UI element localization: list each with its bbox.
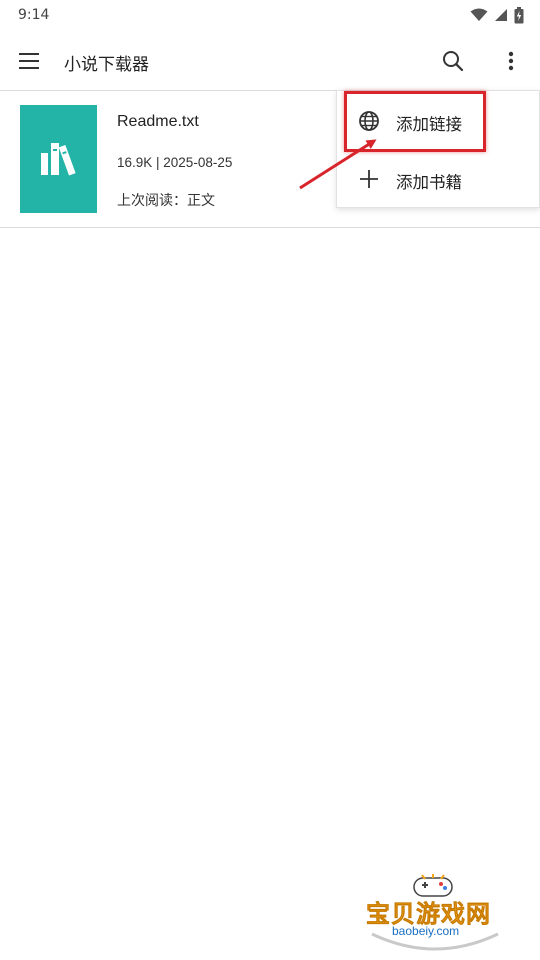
more-vert-icon bbox=[508, 51, 514, 71]
plus-icon bbox=[357, 167, 381, 191]
search-button[interactable] bbox=[438, 46, 468, 76]
row-divider bbox=[0, 227, 540, 228]
status-bar: 9:14 bbox=[0, 0, 540, 30]
book-last-read: 上次阅读：正文 bbox=[117, 193, 215, 209]
battery-icon bbox=[514, 6, 524, 23]
menu-item-add-book[interactable]: 添加书籍 bbox=[337, 151, 540, 207]
book-cover bbox=[20, 105, 97, 213]
more-options-button[interactable] bbox=[496, 46, 526, 76]
menu-button[interactable] bbox=[14, 46, 44, 76]
books-icon bbox=[40, 143, 76, 176]
cell-signal-icon bbox=[495, 9, 507, 21]
hamburger-menu-icon bbox=[19, 53, 39, 69]
app-title: 小说下载器 bbox=[64, 55, 149, 75]
book-size-date: 16.9K | 2025-08-25 bbox=[117, 155, 233, 170]
watermark-logo: 宝贝游戏网 baobeiy.com bbox=[362, 868, 508, 954]
menu-label-add-book: 添加书籍 bbox=[396, 173, 462, 192]
highlight-box bbox=[344, 91, 486, 152]
status-icons bbox=[470, 6, 524, 24]
app-toolbar: 小说下载器 bbox=[0, 30, 540, 90]
book-title: Readme.txt bbox=[117, 113, 199, 130]
search-icon bbox=[443, 51, 464, 72]
watermark-url: baobeiy.com bbox=[392, 924, 460, 938]
wifi-icon bbox=[470, 8, 488, 21]
status-time: 9:14 bbox=[18, 7, 50, 23]
